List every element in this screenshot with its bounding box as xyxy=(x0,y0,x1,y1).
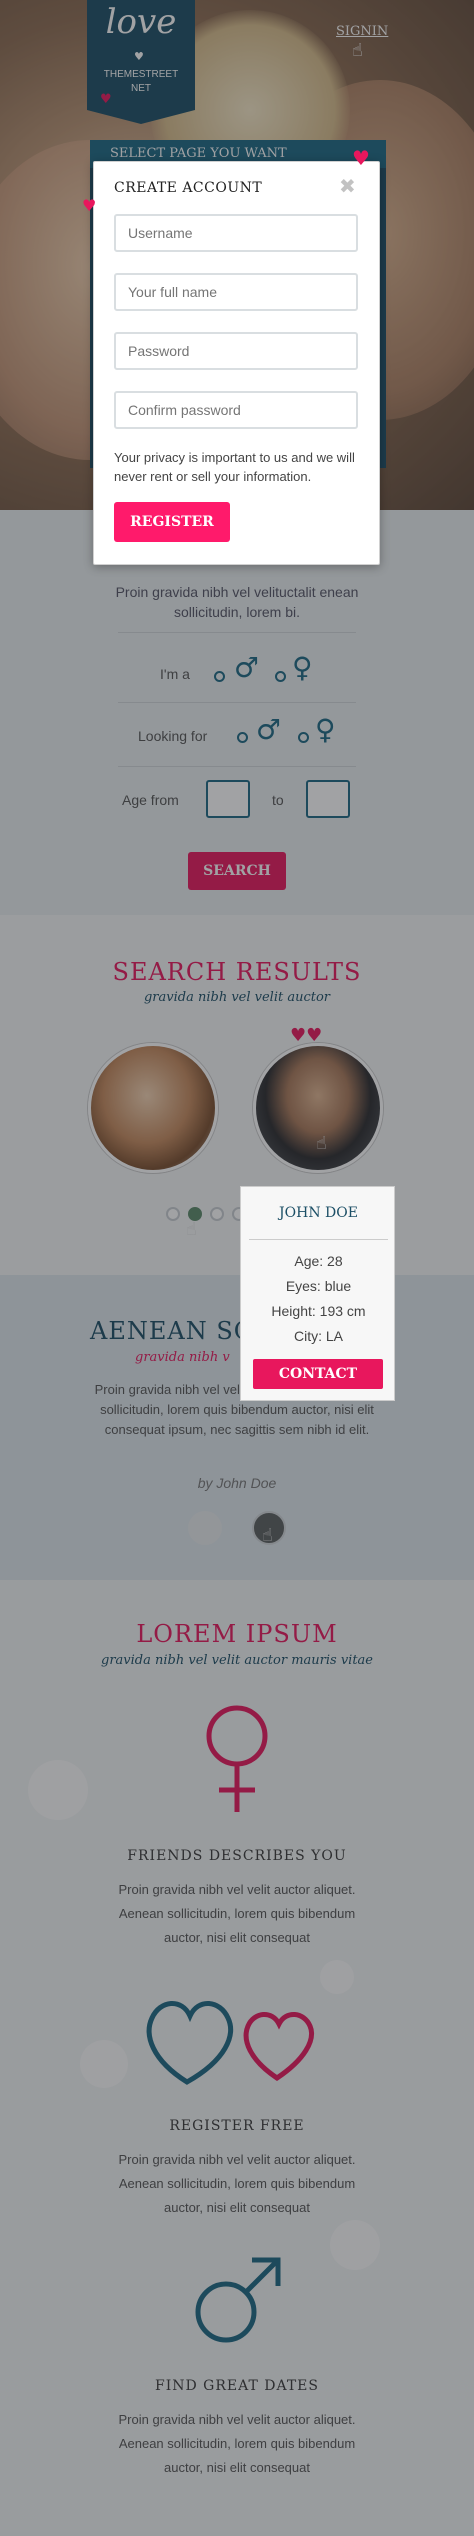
profile-height: Height: 193 cm xyxy=(271,1303,366,1319)
profile-age: Age: 28 xyxy=(294,1253,343,1269)
profile-popup: JOHN DOE Age: 28 Eyes: blue Height: 193 … xyxy=(240,1186,395,1401)
fullname-input[interactable] xyxy=(114,273,358,311)
confirm-password-input[interactable] xyxy=(114,391,358,429)
password-input[interactable] xyxy=(114,332,358,370)
register-button[interactable]: REGISTER xyxy=(114,502,230,542)
username-input[interactable] xyxy=(114,214,358,252)
divider xyxy=(249,1239,388,1240)
modal-title: CREATE ACCOUNT xyxy=(114,180,263,196)
contact-button[interactable]: CONTACT xyxy=(253,1359,383,1389)
hearts-icon: ♥ xyxy=(82,196,97,215)
profile-name: JOHN DOE xyxy=(279,1205,358,1221)
profile-eyes: Eyes: blue xyxy=(285,1278,352,1294)
create-account-modal: CREATE ACCOUNT ✖ Your privacy is importa… xyxy=(93,161,380,565)
close-icon[interactable]: ✖ xyxy=(339,174,356,198)
privacy-note: Your privacy is important to us and we w… xyxy=(114,450,355,484)
hearts-icon: ♥ xyxy=(352,146,370,170)
profile-city: City: LA xyxy=(293,1328,343,1344)
